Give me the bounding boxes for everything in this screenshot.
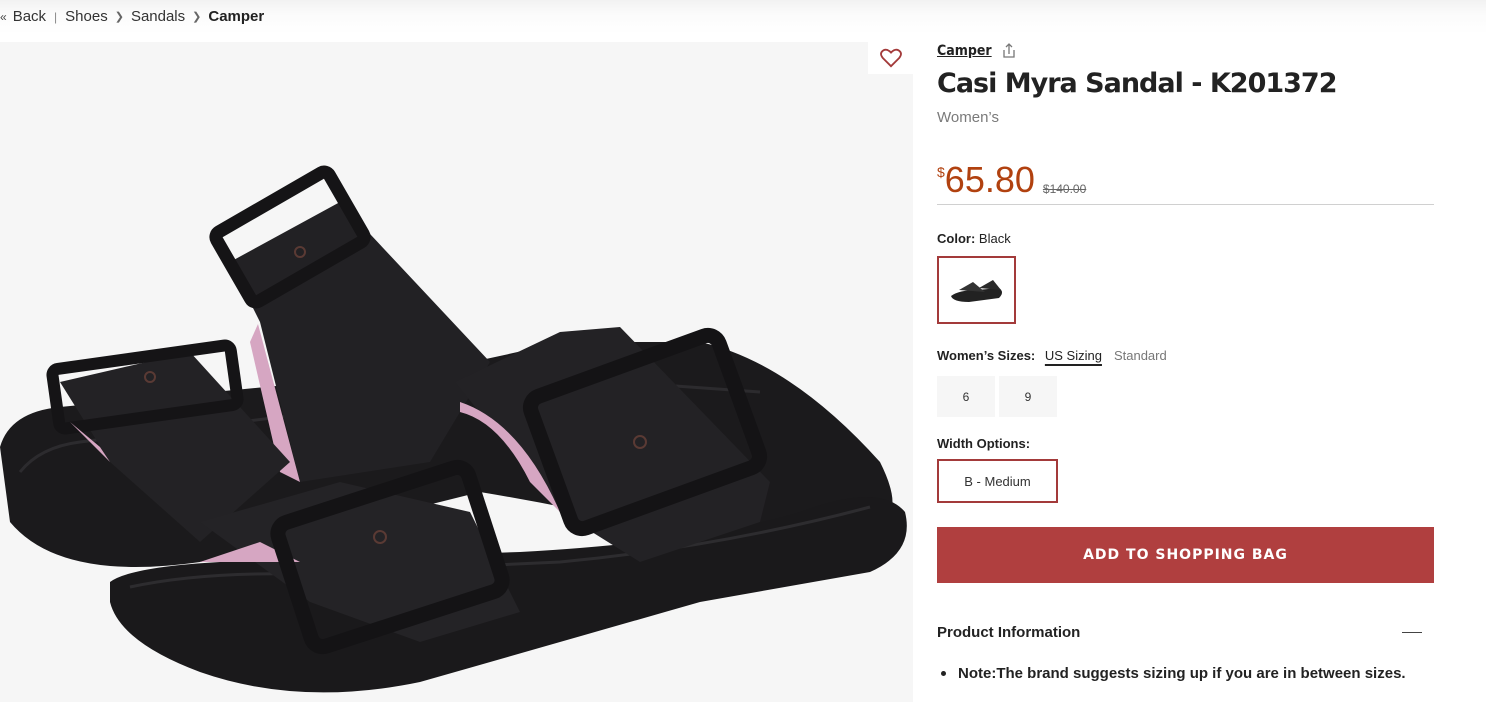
breadcrumb-shoes[interactable]: Shoes xyxy=(65,8,108,25)
brand-link[interactable]: Camper xyxy=(937,43,992,59)
brand-row: Camper xyxy=(937,43,1016,59)
size-option-9[interactable]: 9 xyxy=(999,376,1057,417)
divider: | xyxy=(54,9,58,24)
bullet xyxy=(941,671,946,676)
note-label: Note: xyxy=(958,665,997,682)
product-gender: Women’s xyxy=(937,109,999,126)
breadcrumb-current: Camper xyxy=(208,8,265,25)
double-chevron-left-icon: « xyxy=(0,9,7,24)
color-value: Black xyxy=(978,231,1011,246)
product-information-header[interactable]: Product Information xyxy=(937,624,1434,641)
sizes-label: Women’s Sizes: xyxy=(937,348,1036,363)
price-row: $ 65.80 $140.00 xyxy=(937,160,1086,200)
heart-icon xyxy=(879,48,902,68)
divider xyxy=(937,204,1434,205)
note-text: The brand suggests sizing up if you are … xyxy=(996,665,1406,682)
product-information-title: Product Information xyxy=(937,624,1081,641)
tab-standard[interactable]: Standard xyxy=(1114,348,1167,363)
color-swatch-black[interactable] xyxy=(937,256,1016,324)
favorite-button[interactable] xyxy=(868,42,913,74)
swatch-thumbnail xyxy=(950,280,1002,302)
collapse-icon[interactable] xyxy=(1402,632,1422,633)
product-image[interactable] xyxy=(0,42,913,702)
color-label: Color: xyxy=(937,231,976,246)
width-label: Width Options: xyxy=(937,436,1031,451)
breadcrumb-sandals[interactable]: Sandals xyxy=(131,8,185,25)
size-options: 6 9 xyxy=(937,376,1057,417)
share-icon[interactable] xyxy=(1002,43,1016,59)
product-title: Casi Myra Sandal - K201372 xyxy=(937,68,1338,99)
chevron-right-icon: ❯ xyxy=(114,11,124,23)
size-option-6[interactable]: 6 xyxy=(937,376,995,417)
width-label-row: Width Options: xyxy=(937,436,1030,451)
chevron-right-icon: ❯ xyxy=(192,11,202,23)
sandal-image xyxy=(0,165,907,693)
original-price: $140.00 xyxy=(1042,182,1087,196)
width-option-b-medium[interactable]: B - Medium xyxy=(937,459,1058,503)
sizes-label-row: Women’s Sizes: US Sizing Standard xyxy=(937,348,1167,363)
tab-us-sizing[interactable]: US Sizing xyxy=(1045,348,1102,363)
breadcrumb: « Back | Shoes ❯ Sandals ❯ Camper xyxy=(0,8,264,25)
currency-symbol: $ xyxy=(937,164,945,180)
sizing-note: Note: The brand suggests sizing up if yo… xyxy=(937,665,1406,682)
sale-price: 65.80 xyxy=(944,159,1035,200)
color-label-row: Color: Black xyxy=(937,231,1011,246)
back-link[interactable]: Back xyxy=(13,8,46,25)
add-to-bag-button[interactable]: ADD TO SHOPPING BAG xyxy=(937,527,1434,583)
